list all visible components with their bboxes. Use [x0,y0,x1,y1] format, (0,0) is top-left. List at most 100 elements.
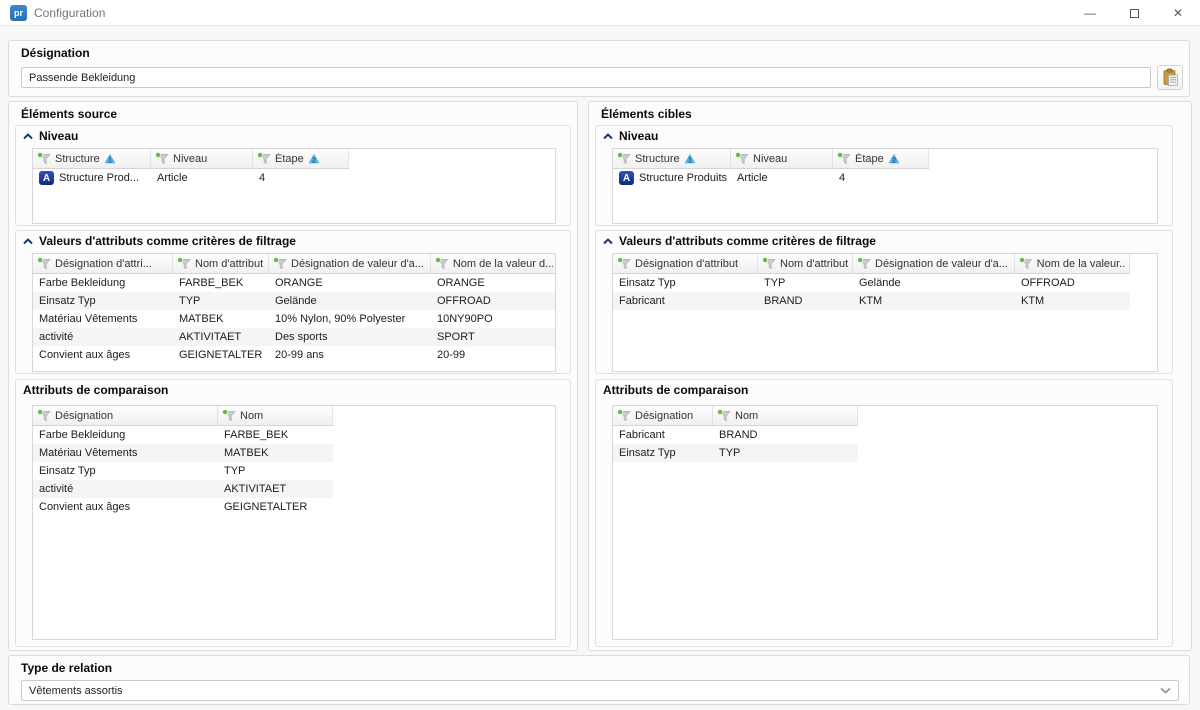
table-row[interactable]: Einsatz TypTYPGeländeOFFROAD [613,274,1130,292]
svg-text:1: 1 [687,157,691,164]
filter-icon[interactable] [222,409,236,422]
table-cell: Gelände [269,295,431,307]
designation-input[interactable] [21,67,1151,88]
collapse-chevron-icon[interactable] [603,133,613,140]
table-cell: Einsatz Typ [613,447,713,459]
filter-icon[interactable] [617,257,631,270]
filter-icon[interactable] [155,152,169,165]
maximize-icon [1130,9,1139,18]
table-cell: 10NY90PO [431,313,556,325]
filter-icon[interactable] [1019,257,1033,270]
table-row[interactable]: AStructure Prod...Article4 [33,169,349,187]
filter-icon[interactable] [617,152,631,165]
column-header[interactable]: Nom de la valeur... [1015,254,1130,273]
close-button[interactable]: ✕ [1156,0,1200,26]
filter-icon[interactable] [257,152,271,165]
table-cell: Article [151,172,253,184]
table-cell: Farbe Bekleidung [33,277,173,289]
filter-icon[interactable] [837,152,851,165]
column-header-label: Structure [635,153,680,165]
table-row[interactable]: Convient aux âgesGEIGNETALTER20-99 ans20… [33,346,556,364]
filter-icon[interactable] [435,257,449,270]
filter-icon[interactable] [273,257,287,270]
table-cell: Fabricant [613,295,758,307]
collapse-chevron-icon[interactable] [23,238,33,245]
maximize-button[interactable] [1112,0,1156,26]
section-title: Valeurs d'attributs comme critères de fi… [39,234,296,248]
table-cell: AKTIVITAET [218,483,333,495]
filter-icon[interactable] [37,152,51,165]
table-row[interactable]: Einsatz TypTYP [33,462,333,480]
column-header-label: Étape [275,153,304,165]
target-niveau-section: Niveau Structure1NiveauÉtape2AStructure … [595,125,1173,226]
column-header[interactable]: Étape2 [833,149,929,168]
table-cell: AStructure Prod... [33,171,151,185]
table-row[interactable]: FabricantBRAND [613,426,858,444]
source-comparison-header: Attributs de comparaison [16,380,570,400]
column-header[interactable]: Structure 1 [613,149,731,168]
table-row[interactable]: Matériau VêtementsMATBEK10% Nylon, 90% P… [33,310,556,328]
filter-icon[interactable] [735,152,749,165]
table-row[interactable]: AStructure ProduitsArticle4 [613,169,929,187]
column-header[interactable]: Désignation [613,406,713,425]
window-controls: — ✕ [1068,0,1200,26]
collapse-chevron-icon[interactable] [603,238,613,245]
table-cell: Einsatz Typ [33,465,218,477]
column-header[interactable]: Structure1 [33,149,151,168]
column-header[interactable]: Niveau [151,149,253,168]
paste-button[interactable] [1157,65,1183,90]
filter-icon[interactable] [762,257,776,270]
table-row[interactable]: FabricantBRANDKTMKTM [613,292,1130,310]
column-header[interactable]: Désignation d'attri... [33,254,173,273]
table-row[interactable]: activitéAKTIVITAETDes sportsSPORT [33,328,556,346]
filter-icon[interactable] [37,257,51,270]
source-niveau-header[interactable]: Niveau [16,126,570,146]
table-cell: TYP [173,295,269,307]
svg-text:2: 2 [892,157,896,164]
table-row[interactable]: Matériau VêtementsMATBEK [33,444,333,462]
table-cell: Matériau Vêtements [33,447,218,459]
column-header[interactable]: Désignation d'attribut [613,254,758,273]
column-header[interactable]: Étape2 [253,149,349,168]
table-cell: Convient aux âges [33,349,173,361]
target-comparison-section: Attributs de comparaison DésignationNomF… [595,379,1173,647]
target-filter-header[interactable]: Valeurs d'attributs comme critères de fi… [596,231,1172,251]
column-header-label: Nom de la valeur... [1037,258,1126,270]
column-header[interactable]: Désignation [33,406,218,425]
filter-icon[interactable] [617,409,631,422]
table-row[interactable]: Farbe BekleidungFARBE_BEKORANGEORANGE [33,274,556,292]
relation-type-select[interactable]: Vêtements assortis [21,680,1179,701]
table-cell: SPORT [431,331,556,343]
column-header-label: Nom d'attribut [195,258,263,270]
table-header-row: Désignation d'attri... Nom d'attribut Dési… [33,254,556,274]
column-header[interactable]: Nom d'attribut [758,254,853,273]
table-header-row: Désignation d'attributNom d'attributDési… [613,254,1130,274]
designation-label: Désignation [21,46,90,60]
source-filter-section: Valeurs d'attributs comme critères de fi… [15,230,571,374]
column-header[interactable]: Niveau [731,149,833,168]
column-header[interactable]: Nom [218,406,333,425]
column-header[interactable]: Nom de la valeur d... [431,254,556,273]
filter-icon[interactable] [857,257,871,270]
column-header[interactable]: Désignation de valeur d'a... [853,254,1015,273]
table-row[interactable]: Convient aux âgesGEIGNETALTER [33,498,333,516]
table-row[interactable]: Einsatz TypTYPGeländeOFFROAD [33,292,556,310]
source-niveau-table: Structure1NiveauÉtape2AStructure Prod...… [32,148,556,224]
filter-icon[interactable] [717,409,731,422]
column-header[interactable]: Nom d'attribut [173,254,269,273]
minimize-button[interactable]: — [1068,0,1112,26]
table-cell: Article [731,172,833,184]
collapse-chevron-icon[interactable] [23,133,33,140]
column-header[interactable]: Nom [713,406,858,425]
table-cell: activité [33,483,218,495]
table-cell: 4 [833,172,929,184]
table-row[interactable]: Farbe BekleidungFARBE_BEK [33,426,333,444]
table-row[interactable]: Einsatz TypTYP [613,444,858,462]
table-cell: MATBEK [218,447,333,459]
column-header[interactable]: Désignation de valeur d'a... [269,254,431,273]
filter-icon[interactable] [177,257,191,270]
table-row[interactable]: activitéAKTIVITAET [33,480,333,498]
source-filter-header[interactable]: Valeurs d'attributs comme critères de fi… [16,231,570,251]
filter-icon[interactable] [37,409,51,422]
target-niveau-header[interactable]: Niveau [596,126,1172,146]
